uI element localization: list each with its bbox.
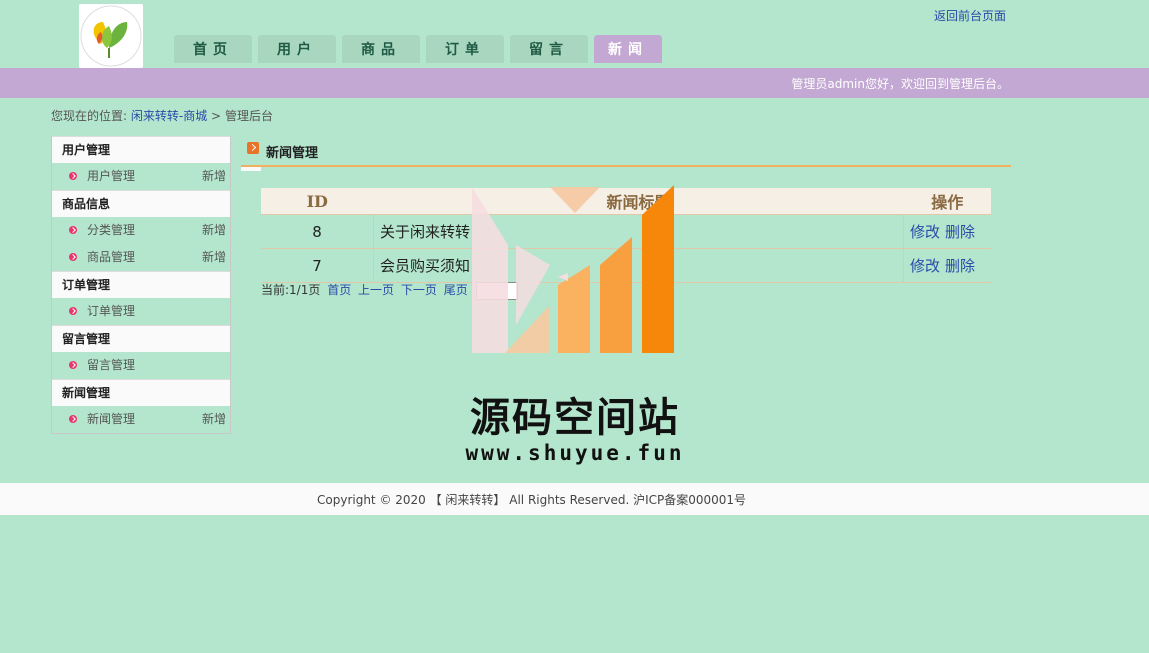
copyright-text: Copyright © 2020 【 闲来转转】 All Rights Rese…: [317, 493, 747, 507]
sidebar-section-news: 新闻管理: [52, 379, 230, 406]
col-header-id: ID: [261, 188, 374, 215]
sidebar-section-orders: 订单管理: [52, 271, 230, 298]
panel-header: 新闻管理: [241, 137, 1011, 171]
cell-ops: 修改 删除: [903, 248, 991, 283]
watermark-url: www.shuyue.fun: [465, 441, 685, 465]
breadcrumb-separator: >: [211, 109, 222, 123]
breadcrumb-home-link[interactable]: 闲来转转-商城: [131, 109, 207, 123]
tab-messages[interactable]: 留言: [510, 35, 588, 63]
edit-link[interactable]: 修改: [910, 223, 940, 241]
tab-products[interactable]: 商品: [342, 35, 420, 63]
sidebar-link-news-manage[interactable]: 新闻管理: [87, 406, 135, 433]
cell-ops: 修改 删除: [903, 214, 991, 249]
cell-id: 7: [261, 248, 374, 283]
sidebar-link-message-manage[interactable]: 留言管理: [87, 352, 135, 379]
sidebar-add-user[interactable]: 新增: [202, 163, 226, 190]
site-logo: [79, 4, 143, 68]
bullet-icon: [69, 172, 77, 180]
sidebar-add-category[interactable]: 新增: [202, 217, 226, 244]
delete-link[interactable]: 删除: [945, 257, 975, 275]
watermark: 源码空间站 www.shuyue.fun: [460, 185, 690, 470]
sidebar-section-products: 商品信息: [52, 190, 230, 217]
delete-link[interactable]: 删除: [945, 223, 975, 241]
bullet-icon: [69, 253, 77, 261]
prev-page-link[interactable]: 上一页: [358, 283, 394, 297]
sidebar-link-order-manage[interactable]: 订单管理: [87, 298, 135, 325]
back-to-frontend-link[interactable]: 返回前台页面: [934, 7, 1006, 24]
sidebar-item-category-manage: 分类管理 新增: [52, 217, 230, 244]
panel-title: 新闻管理: [266, 146, 319, 161]
bullet-icon: [69, 226, 77, 234]
tab-users[interactable]: 用户: [258, 35, 336, 63]
sidebar-item-message-manage: 留言管理: [52, 352, 230, 379]
bullet-icon: [69, 307, 77, 315]
breadcrumb-current: 管理后台: [224, 109, 273, 123]
sidebar-section-messages: 留言管理: [52, 325, 230, 352]
sidebar-link-product-manage[interactable]: 商品管理: [87, 244, 135, 271]
sidebar-item-product-manage: 商品管理 新增: [52, 244, 230, 271]
edit-link[interactable]: 修改: [910, 257, 940, 275]
sidebar-add-product[interactable]: 新增: [202, 244, 226, 271]
sidebar: 用户管理 用户管理 新增 商品信息 分类管理 新增 商品管理 新增 订单管理 订…: [51, 136, 231, 434]
col-header-ops: 操作: [903, 188, 991, 215]
bullet-icon: [69, 415, 77, 423]
sidebar-link-user-manage[interactable]: 用户管理: [87, 163, 135, 190]
tab-news[interactable]: 新闻: [594, 35, 662, 63]
first-page-link[interactable]: 首页: [327, 283, 351, 297]
page-info: 当前:1/1页: [261, 283, 321, 297]
bullet-icon: [69, 361, 77, 369]
admin-bar: 管理员admin您好，欢迎回到管理后台。: [0, 68, 1149, 98]
panel-title-tick: [241, 167, 261, 171]
next-page-link[interactable]: 下一页: [401, 283, 437, 297]
tab-home[interactable]: 首页: [174, 35, 252, 63]
sidebar-section-users: 用户管理: [52, 136, 230, 163]
leaf-logo-icon: [80, 5, 142, 67]
sidebar-link-category-manage[interactable]: 分类管理: [87, 217, 135, 244]
cell-id: 8: [261, 214, 374, 249]
watermark-logo-icon: [472, 185, 674, 353]
sidebar-add-news[interactable]: 新增: [202, 406, 226, 433]
sidebar-item-news-manage: 新闻管理 新增: [52, 406, 230, 433]
footer: Copyright © 2020 【 闲来转转】 All Rights Rese…: [0, 483, 1149, 515]
arrow-right-icon: [247, 142, 259, 154]
sidebar-item-order-manage: 订单管理: [52, 298, 230, 325]
welcome-text: 管理员admin您好，欢迎回到管理后台。: [791, 77, 1009, 91]
breadcrumb-prefix: 您现在的位置:: [51, 109, 128, 123]
watermark-title: 源码空间站: [470, 394, 680, 441]
tab-orders[interactable]: 订单: [426, 35, 504, 63]
breadcrumb: 您现在的位置: 闲来转转-商城 > 管理后台: [51, 107, 273, 124]
sidebar-item-user-manage: 用户管理 新增: [52, 163, 230, 190]
